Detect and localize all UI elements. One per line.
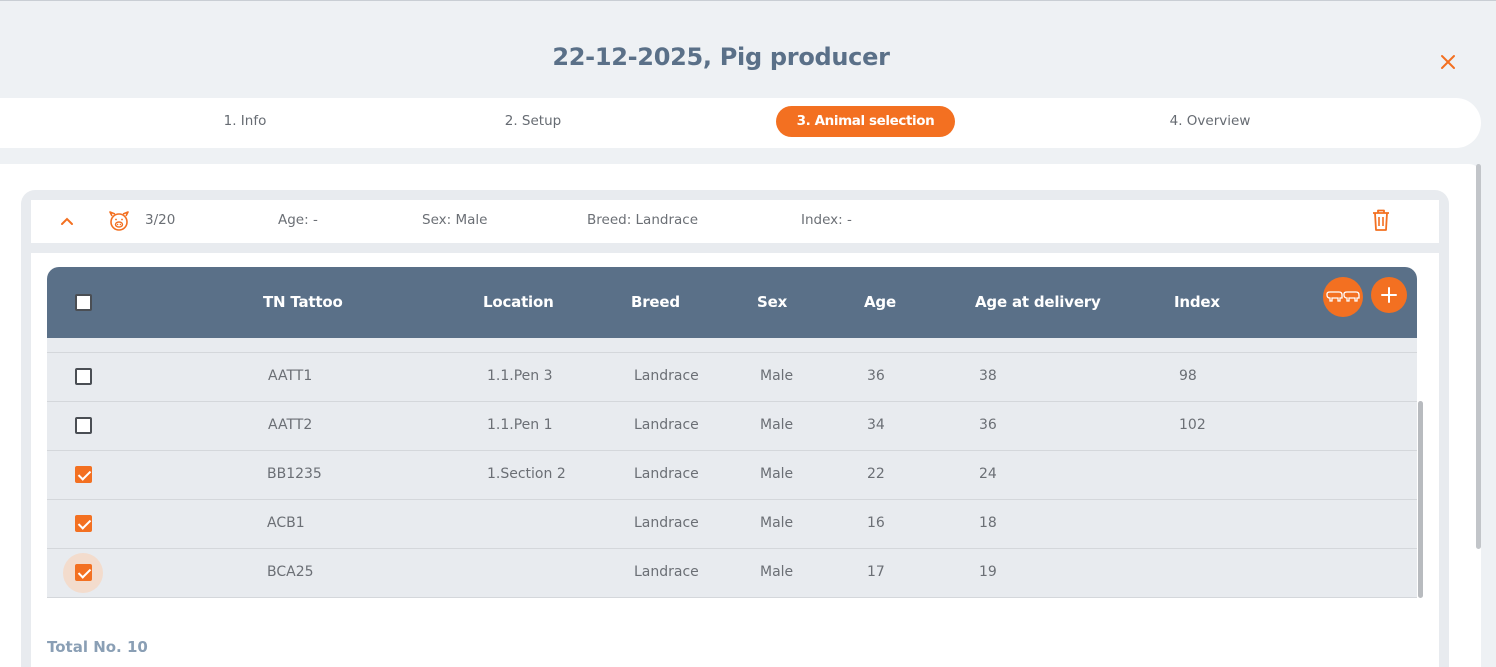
table-row[interactable]: ACB1 Landrace Male 16 18	[47, 499, 1417, 548]
select-all-checkbox[interactable]	[75, 294, 92, 311]
cell-breed: Landrace	[634, 368, 699, 384]
close-button[interactable]	[1436, 50, 1460, 74]
cell-breed: Landrace	[634, 466, 699, 482]
cell-index: 98	[1179, 368, 1197, 384]
cell-location: 1.1.Pen 3	[487, 368, 553, 384]
cell-tattoo: BB1235	[267, 466, 322, 482]
animal-table-body: AATT1 1.1.Pen 3 Landrace Male 36 38 98 A…	[47, 338, 1417, 598]
cell-age-at-delivery: 18	[979, 515, 997, 531]
cell-index: 102	[1179, 417, 1206, 433]
row-checkbox[interactable]	[75, 515, 92, 532]
wizard-stepper: 1. Info 2. Setup 3. Animal selection 4. …	[0, 98, 1481, 148]
group-breed: Breed: Landrace	[587, 212, 699, 228]
cell-tattoo: AATT1	[268, 368, 313, 384]
cell-tattoo: BCA25	[267, 564, 314, 580]
table-row[interactable]: AATT1 1.1.Pen 3 Landrace Male 36 38 98	[47, 352, 1417, 401]
group-sex: Sex: Male	[422, 212, 488, 228]
group-index: Index: -	[801, 212, 852, 228]
column-location[interactable]: Location	[483, 293, 554, 311]
trash-icon[interactable]	[1370, 208, 1392, 232]
row-checkbox[interactable]	[75, 564, 92, 581]
cell-age-at-delivery: 19	[979, 564, 997, 580]
cell-age: 36	[867, 368, 885, 384]
add-animal-button[interactable]	[1371, 277, 1407, 313]
cell-age: 22	[867, 466, 885, 482]
group-pigs-button[interactable]	[1323, 277, 1363, 317]
dialog-title: 22-12-2025, Pig producer	[552, 43, 890, 71]
chevron-up-icon[interactable]	[60, 214, 74, 228]
panel-scrollbar[interactable]	[1476, 164, 1481, 549]
step-overview[interactable]: 4. Overview	[1150, 106, 1270, 137]
cell-age: 34	[867, 417, 885, 433]
cell-age: 16	[867, 515, 885, 531]
cell-sex: Male	[760, 368, 794, 384]
cell-sex: Male	[760, 466, 794, 482]
pig-icon	[109, 211, 129, 231]
close-icon	[1441, 55, 1455, 69]
animal-group-header: 3/20 Age: - Sex: Male Breed: Landrace In…	[31, 200, 1439, 243]
cell-breed: Landrace	[634, 515, 699, 531]
cell-age-at-delivery: 38	[979, 368, 997, 384]
plus-icon	[1381, 287, 1397, 303]
cell-sex: Male	[760, 515, 794, 531]
cell-age: 17	[867, 564, 885, 580]
table-row[interactable]: BCA25 Landrace Male 17 19	[47, 548, 1417, 597]
row-checkbox[interactable]	[75, 368, 92, 385]
table-row[interactable]: AATT2 1.1.Pen 1 Landrace Male 34 36 102	[47, 401, 1417, 450]
cell-tattoo: AATT2	[268, 417, 313, 433]
cell-age-at-delivery: 24	[979, 466, 997, 482]
column-index[interactable]: Index	[1174, 293, 1220, 311]
step-setup[interactable]: 2. Setup	[478, 106, 588, 137]
step-info[interactable]: 1. Info	[190, 106, 300, 137]
cell-sex: Male	[760, 417, 794, 433]
row-checkbox[interactable]	[75, 417, 92, 434]
table-header: TN Tattoo Location Breed Sex Age Age at …	[47, 267, 1417, 338]
cell-breed: Landrace	[634, 417, 699, 433]
group-age: Age: -	[278, 212, 318, 228]
column-age-at-delivery[interactable]: Age at delivery	[975, 293, 1101, 311]
pigs-icon	[1326, 291, 1360, 302]
group-count: 3/20	[145, 212, 176, 228]
cell-sex: Male	[760, 564, 794, 580]
cell-tattoo: ACB1	[267, 515, 305, 531]
table-bottom-border	[47, 597, 1417, 598]
total-count: Total No. 10	[47, 638, 148, 656]
table-row[interactable]: BB1235 1.Section 2 Landrace Male 22 24	[47, 450, 1417, 499]
cell-age-at-delivery: 36	[979, 417, 997, 433]
cell-breed: Landrace	[634, 564, 699, 580]
column-tn-tattoo[interactable]: TN Tattoo	[263, 293, 343, 311]
column-breed[interactable]: Breed	[631, 293, 680, 311]
step-animal-selection[interactable]: 3. Animal selection	[776, 106, 955, 137]
column-sex[interactable]: Sex	[757, 293, 787, 311]
cell-location: 1.1.Pen 1	[487, 417, 553, 433]
column-age[interactable]: Age	[864, 293, 896, 311]
table-scrollbar[interactable]	[1418, 401, 1423, 598]
cell-location: 1.Section 2	[487, 466, 566, 482]
row-checkbox[interactable]	[75, 466, 92, 483]
